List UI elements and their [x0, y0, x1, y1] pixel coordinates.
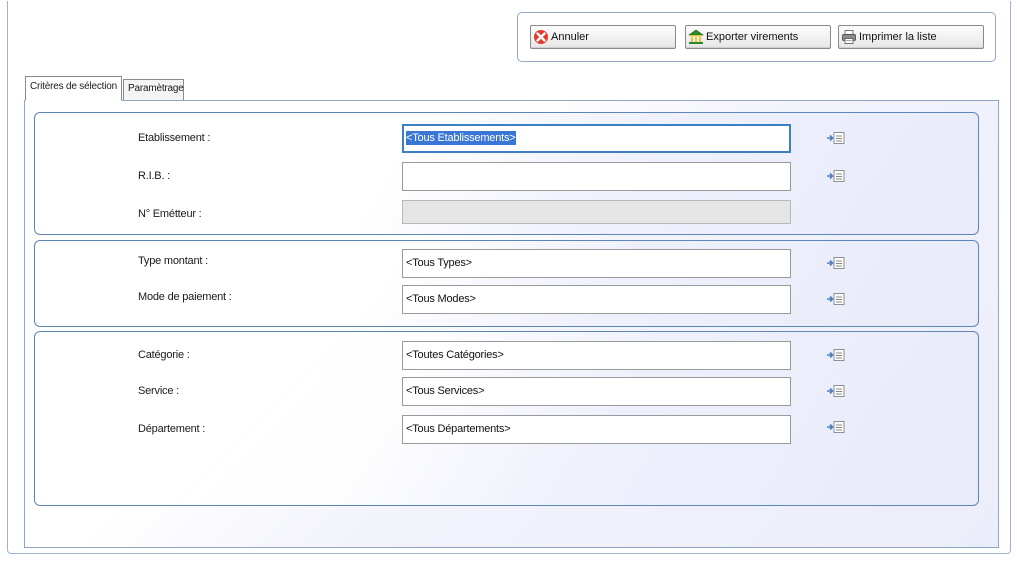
printer-icon — [841, 29, 857, 45]
bank-icon — [688, 29, 704, 45]
red-x-icon — [533, 29, 549, 45]
departement-field[interactable]: <Tous Départements> — [402, 415, 791, 444]
print-button[interactable]: Imprimer la liste — [838, 25, 984, 49]
etablissement-picker-icon[interactable] — [826, 131, 846, 145]
cancel-button[interactable]: Annuler — [530, 25, 676, 49]
rib-label: R.I.B. : — [138, 170, 171, 182]
categorie-label: Catégorie : — [138, 349, 190, 361]
emetteur-label: N° Emétteur : — [138, 208, 202, 220]
type-montant-picker-icon[interactable] — [826, 256, 846, 270]
rib-picker-icon[interactable] — [826, 169, 846, 183]
categorie-field[interactable]: <Toutes Catégories> — [402, 341, 791, 370]
service-label: Service : — [138, 385, 179, 397]
type-montant-label: Type montant : — [138, 255, 208, 267]
emetteur-field — [402, 200, 791, 224]
service-picker-icon[interactable] — [826, 384, 846, 398]
mode-paiement-field[interactable]: <Tous Modes> — [402, 285, 791, 314]
categorie-picker-icon[interactable] — [826, 348, 846, 362]
tab-criteres[interactable]: Critères de sélection — [25, 76, 122, 101]
export-button-label: Exporter virements — [706, 31, 799, 43]
departement-label: Département : — [138, 423, 206, 435]
toolbar: Annuler Exporter virements Imprimer la l… — [517, 12, 996, 62]
cancel-button-label: Annuler — [551, 31, 589, 43]
service-field[interactable]: <Tous Services> — [402, 377, 791, 406]
type-montant-field[interactable]: <Tous Types> — [402, 249, 791, 278]
rib-field[interactable] — [402, 162, 791, 191]
mode-paiement-label: Mode de paiement : — [138, 291, 232, 303]
print-button-label: Imprimer la liste — [859, 31, 937, 43]
export-button[interactable]: Exporter virements — [685, 25, 831, 49]
etablissement-field[interactable]: <Tous Etablissements> — [402, 124, 791, 153]
tab-parametrage[interactable]: Paramètrage — [123, 79, 184, 100]
departement-picker-icon[interactable] — [826, 420, 846, 434]
etablissement-label: Etablissement : — [138, 132, 211, 144]
mode-paiement-picker-icon[interactable] — [826, 292, 846, 306]
